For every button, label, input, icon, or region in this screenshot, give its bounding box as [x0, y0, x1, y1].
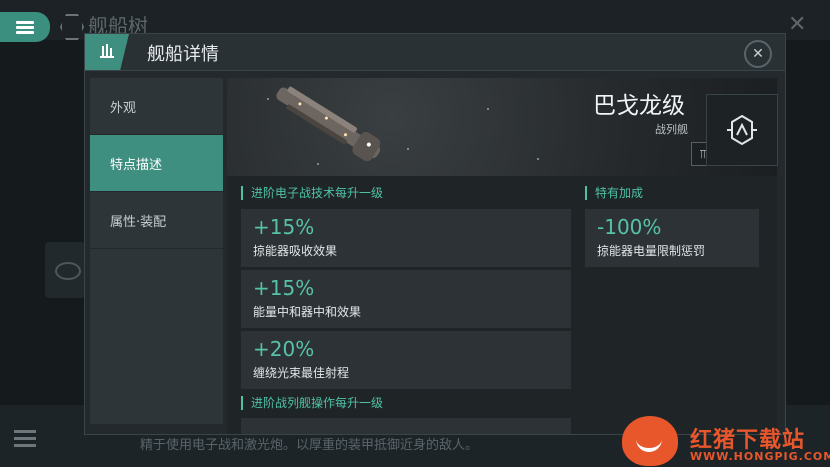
sidebar-item-appearance[interactable]: 外观 — [90, 78, 223, 134]
sidebar-item-label: 外观 — [110, 100, 137, 116]
sidebar: 外观 特点描述 属性·装配 — [90, 78, 223, 424]
panel-title: 舰船详情 — [147, 44, 219, 65]
bonus-description: 能量中和器中和效果 — [253, 305, 362, 319]
ship-name: 巴戈龙级 — [593, 93, 685, 119]
ship-tree-button[interactable] — [706, 94, 778, 166]
bonus-value: +20% — [253, 337, 315, 361]
bonus-description: 掠能器吸收效果 — [253, 244, 338, 258]
bonus-description: 掠能器电量限制惩罚 — [597, 244, 706, 258]
background-ship-node[interactable] — [45, 242, 85, 298]
section-header: 进阶电子战技术每升一级 — [241, 186, 383, 200]
section-header: 进阶战列舰操作每升一级 — [241, 396, 383, 410]
ship-tree-icon — [727, 114, 757, 146]
bonus-card: +15% 掠能器吸收效果 — [241, 209, 571, 267]
bonus-value: -100% — [597, 215, 662, 239]
bonus-card-partial — [241, 418, 571, 434]
close-icon[interactable]: ✕ — [744, 40, 772, 68]
sidebar-filler — [90, 249, 223, 424]
sidebar-item-label: 属性·装配 — [110, 214, 167, 230]
bonus-card: +15% 能量中和器中和效果 — [241, 270, 571, 328]
watermark-logo: 红猪下载站 WWW.HONGPIG.COM — [612, 408, 830, 467]
section-header: 特有加成 — [585, 186, 643, 200]
ship-image — [276, 86, 381, 162]
hamburger-icon — [16, 19, 34, 36]
bonus-value: +15% — [253, 215, 315, 239]
ship-info-icon — [100, 44, 114, 58]
sidebar-item-description[interactable]: 特点描述 — [90, 135, 223, 191]
bottom-menu-icon[interactable] — [14, 426, 36, 451]
bonus-value: +15% — [253, 276, 315, 300]
bonus-card: +20% 缠绕光束最佳射程 — [241, 331, 571, 389]
ship-hero: 巴戈龙级 战列舰 ⫪ ⫼ ∴ — [227, 78, 777, 176]
traits-content[interactable]: 进阶电子战技术每升一级 特有加成 +15% 掠能器吸收效果 +15% 能量中和器… — [227, 176, 777, 434]
bonus-card: -100% 掠能器电量限制惩罚 — [585, 209, 759, 267]
watermark-url: WWW.HONGPIG.COM — [690, 450, 830, 463]
main-menu-button[interactable] — [0, 12, 50, 42]
bonus-description: 缠绕光束最佳射程 — [253, 366, 350, 380]
pig-logo-icon — [622, 416, 678, 466]
background-description: 精于使用电子战和激光炮。以厚重的装甲抵御近身的敌人。 — [140, 438, 479, 453]
sidebar-item-label: 特点描述 — [110, 157, 163, 173]
ship-class: 战列舰 — [655, 123, 688, 136]
panel-header: 舰船详情 ✕ — [85, 34, 785, 71]
sidebar-item-attributes[interactable]: 属性·装配 — [90, 192, 223, 248]
background-close-icon[interactable]: ✕ — [788, 12, 806, 37]
ship-details-panel: 舰船详情 ✕ 外观 特点描述 属性·装配 巴戈龙级 战列舰 ⫪ 进阶电子战技术每… — [84, 33, 786, 435]
